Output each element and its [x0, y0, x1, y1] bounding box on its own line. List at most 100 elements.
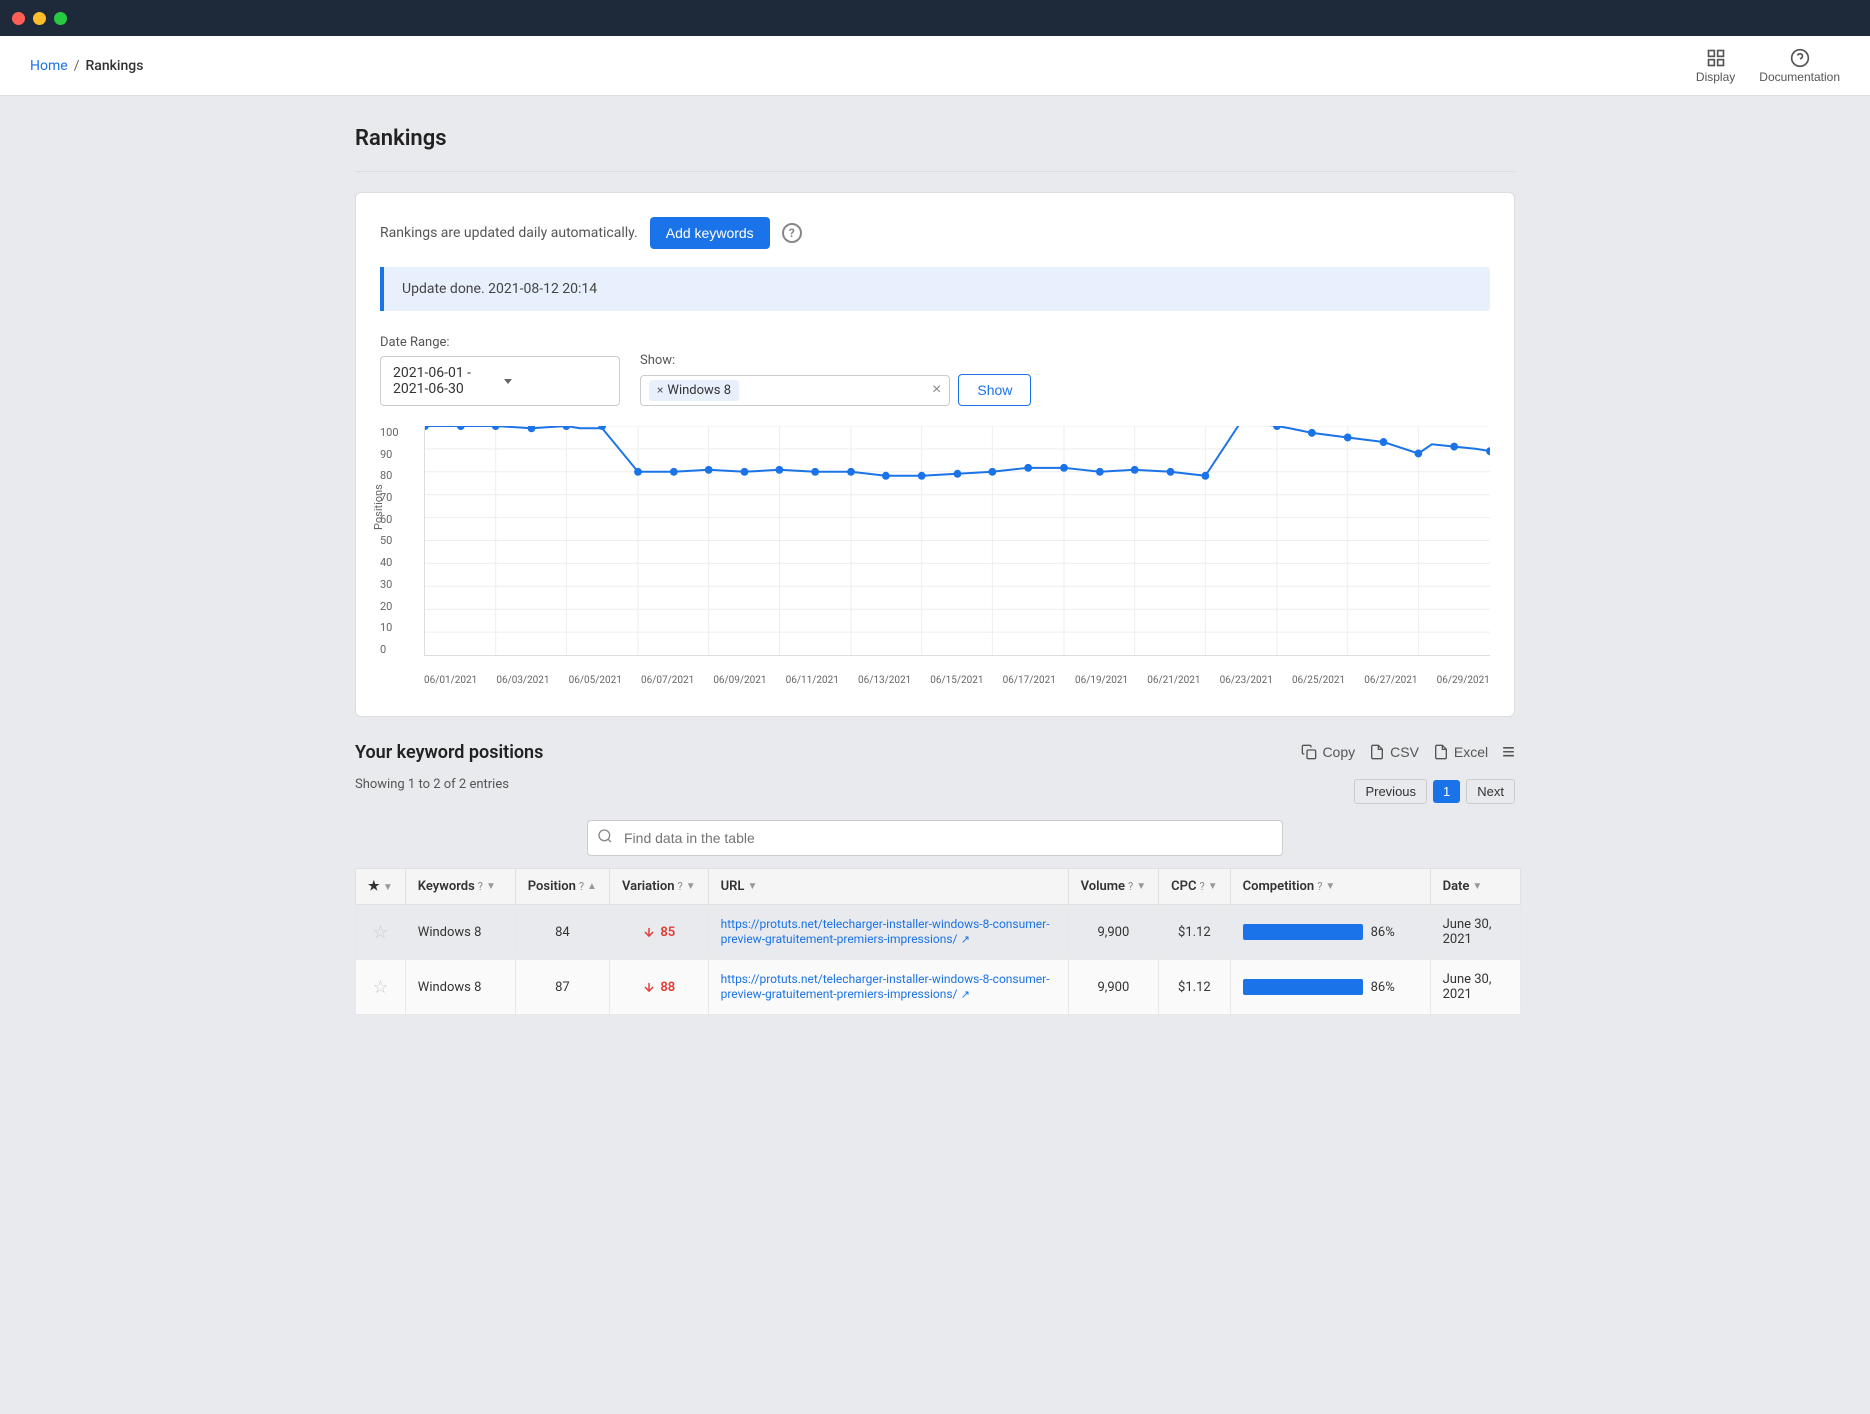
- table-body: ☆ Windows 8 84 85: [356, 905, 1521, 1015]
- page-title: Rankings: [355, 126, 1515, 151]
- table-header-row: ★ ▼ Keywords ? ▼ Position ?: [356, 869, 1521, 905]
- volume-cell-2: 9,900: [1068, 960, 1159, 1015]
- volume-cell-1: 9,900: [1068, 905, 1159, 960]
- date-cell-1: June 30, 2021: [1430, 905, 1520, 960]
- url-link-2[interactable]: https://protuts.net/telecharger-installe…: [721, 972, 1050, 1001]
- grid-icon: [1706, 48, 1726, 68]
- competition-bar-2: [1243, 979, 1363, 995]
- chart-area: [424, 426, 1490, 656]
- volume-help-icon[interactable]: ?: [1128, 880, 1133, 893]
- copy-button[interactable]: Copy: [1301, 744, 1355, 760]
- data-table: ★ ▼ Keywords ? ▼ Position ?: [355, 868, 1521, 1015]
- volume-col-label: Volume: [1081, 879, 1125, 894]
- position-value-2: 87: [555, 980, 570, 995]
- competition-pct-2: 86%: [1371, 980, 1395, 995]
- cpc-help-icon[interactable]: ?: [1200, 880, 1205, 893]
- display-label: Display: [1696, 70, 1735, 84]
- date-range-value: 2021-06-01 - 2021-06-30: [393, 365, 496, 397]
- search-input-wrap: [587, 820, 1283, 856]
- th-date: Date ▼: [1430, 869, 1520, 905]
- variation-num-2: 88: [660, 980, 675, 995]
- close-dot[interactable]: [12, 12, 25, 25]
- show-button[interactable]: Show: [958, 374, 1031, 406]
- url-cell-1: https://protuts.net/telecharger-installe…: [708, 905, 1068, 960]
- titlebar: [0, 0, 1870, 36]
- date-value-1: June 30, 2021: [1443, 917, 1492, 947]
- cpc-value-1: $1.12: [1178, 925, 1211, 940]
- table-search-input[interactable]: [587, 820, 1283, 856]
- show-input-wrap: × Windows 8 ×: [640, 375, 950, 406]
- pagination: Previous 1 Next: [1354, 779, 1515, 804]
- page-1-button[interactable]: 1: [1433, 780, 1460, 803]
- th-cpc: CPC ? ▼: [1159, 869, 1230, 905]
- date-range-select[interactable]: 2021-06-01 - 2021-06-30: [380, 356, 620, 406]
- date-value-2: June 30, 2021: [1443, 972, 1492, 1002]
- copy-icon: [1301, 744, 1317, 760]
- variation-sort-icon[interactable]: ▼: [686, 881, 696, 892]
- excel-button[interactable]: Excel: [1433, 744, 1488, 760]
- table-head: ★ ▼ Keywords ? ▼ Position ?: [356, 869, 1521, 905]
- breadcrumb: Home / Rankings: [30, 58, 143, 74]
- keywords-sort-icon[interactable]: ▼: [486, 881, 496, 892]
- copy-label: Copy: [1322, 744, 1355, 760]
- display-button[interactable]: Display: [1696, 48, 1735, 84]
- position-sort-up[interactable]: ▲: [587, 881, 597, 892]
- add-keywords-button[interactable]: Add keywords: [650, 217, 770, 249]
- show-input[interactable]: [745, 382, 926, 398]
- variation-value-2: 88: [622, 980, 696, 995]
- search-row: [355, 820, 1515, 856]
- show-group: Show: × Windows 8 × Show: [640, 353, 1031, 406]
- prev-page-button[interactable]: Previous: [1354, 779, 1427, 804]
- info-row: Rankings are updated daily automatically…: [380, 217, 1490, 249]
- position-help-icon[interactable]: ?: [579, 880, 584, 893]
- cpc-sort-icon[interactable]: ▼: [1208, 881, 1218, 892]
- url-col-label: URL: [721, 879, 745, 894]
- date-sort-icon[interactable]: ▼: [1472, 881, 1482, 892]
- url-link-1[interactable]: https://protuts.net/telecharger-installe…: [721, 917, 1050, 946]
- th-variation: Variation ? ▼: [609, 869, 708, 905]
- help-circle-icon: [1790, 48, 1810, 68]
- top-bar: Home / Rankings Display Documentation: [0, 36, 1870, 96]
- breadcrumb-current: Rankings: [85, 58, 143, 74]
- help-icon[interactable]: ?: [782, 223, 802, 243]
- competition-cell-2: 86%: [1230, 960, 1430, 1015]
- maximize-dot[interactable]: [54, 12, 67, 25]
- competition-help-icon[interactable]: ?: [1317, 880, 1322, 893]
- star-button-1[interactable]: ☆: [372, 922, 388, 943]
- variation-help-icon[interactable]: ?: [678, 880, 683, 893]
- url-cell-2: https://protuts.net/telecharger-installe…: [708, 960, 1068, 1015]
- table-section-header: Your keyword positions Copy CSV: [355, 741, 1515, 763]
- top-actions: Display Documentation: [1696, 48, 1840, 84]
- volume-sort-icon[interactable]: ▼: [1136, 881, 1146, 892]
- more-menu-button[interactable]: ≡: [1502, 741, 1515, 763]
- variation-col-label: Variation: [622, 879, 675, 894]
- table-row: ☆ Windows 8 87 88: [356, 960, 1521, 1015]
- csv-button[interactable]: CSV: [1369, 744, 1419, 760]
- star-button-2[interactable]: ☆: [372, 977, 388, 998]
- documentation-button[interactable]: Documentation: [1759, 48, 1840, 84]
- cpc-value-2: $1.12: [1178, 980, 1211, 995]
- tag-chip-label: Windows 8: [667, 383, 731, 398]
- cpc-col-label: CPC: [1171, 879, 1196, 894]
- competition-bar-wrap-2: 86%: [1243, 979, 1418, 995]
- cpc-cell-2: $1.12: [1159, 960, 1230, 1015]
- url-sort-icon[interactable]: ▼: [747, 881, 757, 892]
- variation-value-1: 85: [622, 925, 696, 940]
- excel-icon: [1433, 744, 1449, 760]
- sort-down-icon[interactable]: ▼: [383, 882, 393, 893]
- breadcrumb-separator: /: [74, 58, 80, 74]
- chevron-down-icon: [504, 373, 607, 389]
- th-star: ★ ▼: [356, 869, 406, 905]
- chart-y-labels: 0 10 20 30 40 50 60 70 80 90 100: [380, 426, 418, 656]
- csv-label: CSV: [1390, 744, 1419, 760]
- next-page-button[interactable]: Next: [1466, 779, 1515, 804]
- competition-sort-icon[interactable]: ▼: [1325, 881, 1335, 892]
- keywords-help-icon[interactable]: ?: [478, 880, 483, 893]
- breadcrumb-home-link[interactable]: Home: [30, 58, 68, 74]
- entries-info: Showing 1 to 2 of 2 entries: [355, 777, 509, 792]
- minimize-dot[interactable]: [33, 12, 46, 25]
- clear-tag-button[interactable]: ×: [932, 381, 941, 399]
- date-col-label: Date: [1443, 879, 1470, 894]
- date-cell-2: June 30, 2021: [1430, 960, 1520, 1015]
- keyword-value-1: Windows 8: [418, 925, 482, 940]
